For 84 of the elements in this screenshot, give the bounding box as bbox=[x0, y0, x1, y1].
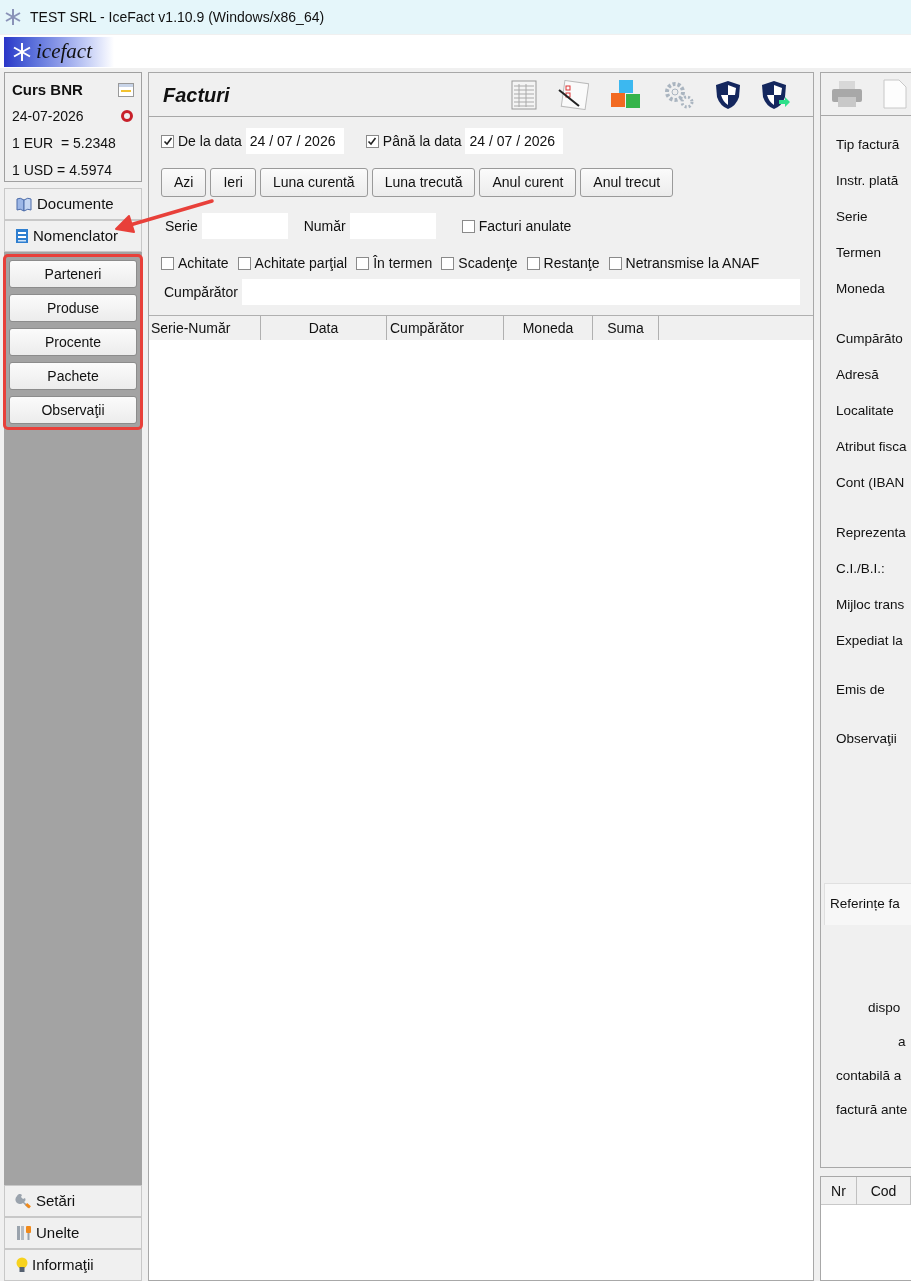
field-label: C.I./B.I.: bbox=[836, 559, 886, 578]
reference-text: factură ante bbox=[836, 1100, 908, 1119]
checkbox[interactable] bbox=[526, 256, 540, 270]
tools-icon bbox=[15, 1225, 33, 1241]
snowflake-icon bbox=[12, 41, 32, 62]
column-header[interactable]: Cod bbox=[857, 1177, 911, 1205]
spreadsheet-icon[interactable] bbox=[511, 79, 537, 110]
book-icon bbox=[15, 196, 33, 212]
field-label: Mijloc trans bbox=[836, 595, 906, 614]
field-label: Serie bbox=[165, 216, 198, 236]
shield-icon[interactable] bbox=[715, 79, 741, 110]
period-button[interactable]: Anul trecut bbox=[580, 168, 674, 197]
checkbox-label: În termen bbox=[373, 253, 433, 273]
field-label: Adresă bbox=[836, 365, 880, 384]
field-label: Număr bbox=[303, 216, 346, 236]
checkbox[interactable] bbox=[461, 219, 475, 233]
period-button[interactable]: Azi bbox=[161, 168, 207, 197]
reference-text: a bbox=[898, 1032, 906, 1051]
light-bulb-icon bbox=[15, 1256, 29, 1274]
column-header[interactable]: Nr bbox=[821, 1177, 857, 1205]
nomenclator-button[interactable]: Parteneri bbox=[9, 260, 137, 288]
list-icon bbox=[15, 228, 29, 244]
period-button[interactable]: Ieri bbox=[210, 168, 256, 197]
field-label: Tip factură bbox=[836, 135, 901, 154]
nav-item[interactable]: Documente bbox=[4, 188, 142, 220]
field-label: Atribut fisca bbox=[836, 437, 908, 456]
exchange-rate: 1 USD = 4.5974 bbox=[12, 160, 113, 180]
checkbox-label: Achitate bbox=[178, 253, 229, 273]
nomenclator-button[interactable]: Observaţii bbox=[9, 396, 137, 424]
field-label: Serie bbox=[836, 207, 869, 226]
checkbox-label: Scadenţe bbox=[458, 253, 518, 273]
period-button[interactable]: Luna trecută bbox=[371, 168, 476, 197]
printer-icon[interactable] bbox=[831, 79, 863, 109]
field-label: Instr. plată bbox=[836, 171, 900, 190]
shield-arrow-icon[interactable] bbox=[761, 79, 791, 110]
field-label: Cumpărăto bbox=[836, 329, 904, 348]
nav-item[interactable]: Nomenclator bbox=[4, 220, 142, 252]
field-label: Moneda bbox=[836, 279, 886, 298]
period-button[interactable]: Luna curentă bbox=[259, 168, 368, 197]
checkbox[interactable] bbox=[441, 256, 455, 270]
wrench-icon bbox=[15, 1193, 33, 1209]
checkbox[interactable] bbox=[608, 256, 622, 270]
checkbox-label: Restanţe bbox=[543, 253, 600, 273]
field-label: Emis de bbox=[836, 680, 886, 699]
nav-item[interactable]: Informaţii bbox=[4, 1249, 142, 1281]
date-field[interactable]: 24 / 07 / 2026 bbox=[465, 128, 564, 154]
references-tab[interactable]: Referințe fa bbox=[824, 883, 911, 925]
checkbox[interactable] bbox=[161, 134, 174, 148]
checkbox-label: Facturi anulate bbox=[478, 216, 572, 236]
field-label: Cumpărător bbox=[164, 282, 238, 302]
period-button[interactable]: Anul curent bbox=[479, 168, 577, 197]
field-label: Expediat la bbox=[836, 631, 904, 650]
exchange-rate: 1 EUR = 5.2348 bbox=[12, 133, 117, 153]
window-title: TEST SRL - IceFact v1.10.9 (Windows/x86_64) bbox=[30, 7, 325, 27]
date-field[interactable]: 24 / 07 / 2026 bbox=[245, 128, 344, 154]
nomenclator-button[interactable]: Pachete bbox=[9, 362, 137, 390]
cubes-icon[interactable] bbox=[609, 78, 643, 111]
nav-item[interactable]: Unelte bbox=[4, 1217, 142, 1249]
settings-icon[interactable] bbox=[663, 79, 695, 110]
field-label: Reprezenta bbox=[836, 523, 907, 542]
reference-text: dispo bbox=[868, 998, 901, 1017]
reference-text: contabilă a bbox=[836, 1066, 902, 1085]
checkbox[interactable] bbox=[161, 256, 174, 270]
checkbox[interactable] bbox=[365, 134, 379, 148]
checkbox[interactable] bbox=[237, 256, 251, 270]
nomenclator-button[interactable]: Produse bbox=[9, 294, 137, 322]
rates-title: Curs BNR bbox=[12, 80, 83, 100]
checkbox-label: Achitate parţial bbox=[254, 253, 348, 273]
snowflake-icon bbox=[4, 8, 22, 26]
calendar-icon[interactable] bbox=[118, 83, 134, 98]
field-label: Localitate bbox=[836, 401, 895, 420]
field-label: Cont (IBAN bbox=[836, 473, 906, 492]
field-label: Termen bbox=[836, 243, 882, 262]
nomenclator-button[interactable]: Procente bbox=[9, 328, 137, 356]
checkbox-label: Netransmise la ANAF bbox=[625, 253, 760, 273]
checkbox[interactable] bbox=[356, 256, 370, 270]
rates-date: 24-07-2026 bbox=[12, 106, 84, 126]
checkbox-label: Până la data bbox=[382, 131, 462, 151]
nav-item[interactable]: Setări bbox=[4, 1185, 142, 1217]
checkbox-label: De la data bbox=[178, 131, 242, 151]
logo-text: icefact bbox=[36, 37, 92, 65]
field-label: Observaţii bbox=[836, 729, 898, 748]
checklist-icon[interactable] bbox=[557, 79, 589, 110]
panel-title: Facturi bbox=[163, 82, 230, 108]
